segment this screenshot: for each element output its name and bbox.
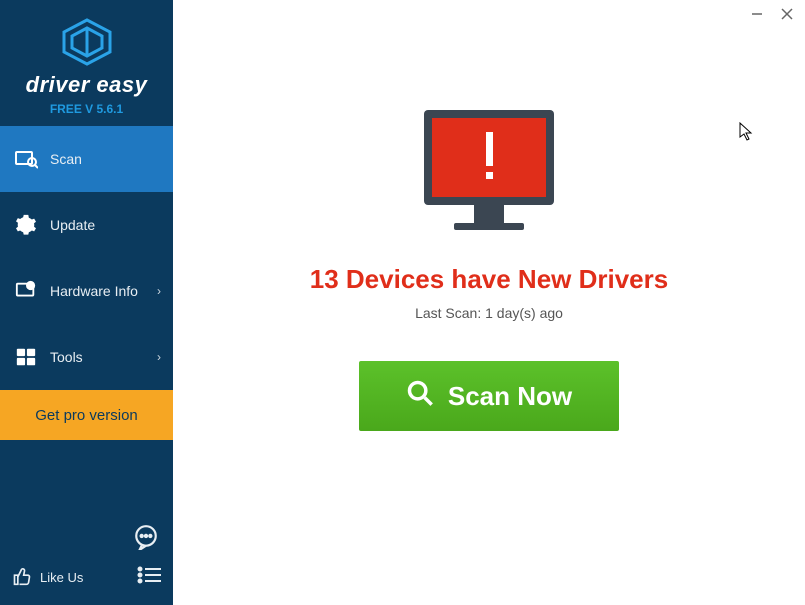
scan-icon	[14, 147, 38, 171]
sidebar-item-hardware[interactable]: i Hardware Info ›	[0, 258, 173, 324]
headline: 13 Devices have New Drivers	[310, 264, 668, 295]
sidebar-item-tools[interactable]: Tools ›	[0, 324, 173, 390]
window-controls	[749, 6, 795, 22]
minimize-button[interactable]	[749, 6, 765, 22]
like-us-button[interactable]: Like Us	[12, 566, 83, 589]
app-window: driver easy FREE V 5.6.1 Scan	[0, 0, 805, 605]
sidebar-item-label: Update	[50, 217, 95, 233]
sidebar-item-scan[interactable]: Scan	[0, 126, 173, 192]
hardware-icon: i	[14, 279, 38, 303]
last-scan-text: Last Scan: 1 day(s) ago	[415, 305, 563, 321]
svg-text:i: i	[30, 283, 32, 290]
close-button[interactable]	[779, 6, 795, 22]
chevron-right-icon: ›	[157, 350, 161, 364]
sidebar: driver easy FREE V 5.6.1 Scan	[0, 0, 173, 605]
alert-monitor-icon	[414, 110, 564, 240]
main-panel: 13 Devices have New Drivers Last Scan: 1…	[173, 0, 805, 605]
brand-name: driver easy	[0, 72, 173, 98]
menu-icon[interactable]	[137, 566, 161, 589]
feedback-icon[interactable]	[133, 524, 159, 555]
pro-label: Get pro version	[35, 407, 138, 424]
sidebar-footer: Like Us	[0, 556, 173, 605]
nav: Scan Update i Hardware	[0, 126, 173, 390]
search-icon	[406, 379, 434, 414]
brand-version: FREE V 5.6.1	[0, 102, 173, 116]
like-us-label: Like Us	[40, 570, 83, 585]
chevron-right-icon: ›	[157, 284, 161, 298]
tools-icon	[14, 345, 38, 369]
sidebar-item-label: Scan	[50, 151, 82, 167]
scan-now-button[interactable]: Scan Now	[359, 361, 619, 431]
content: 13 Devices have New Drivers Last Scan: 1…	[173, 0, 805, 431]
brand-block: driver easy FREE V 5.6.1	[0, 0, 173, 126]
scan-button-label: Scan Now	[448, 381, 572, 412]
thumbs-up-icon	[12, 566, 32, 589]
sidebar-item-update[interactable]: Update	[0, 192, 173, 258]
sidebar-item-label: Tools	[50, 349, 83, 365]
get-pro-button[interactable]: Get pro version	[0, 390, 173, 440]
logo-icon	[0, 18, 173, 66]
gear-icon	[14, 213, 38, 237]
sidebar-item-label: Hardware Info	[50, 283, 138, 299]
